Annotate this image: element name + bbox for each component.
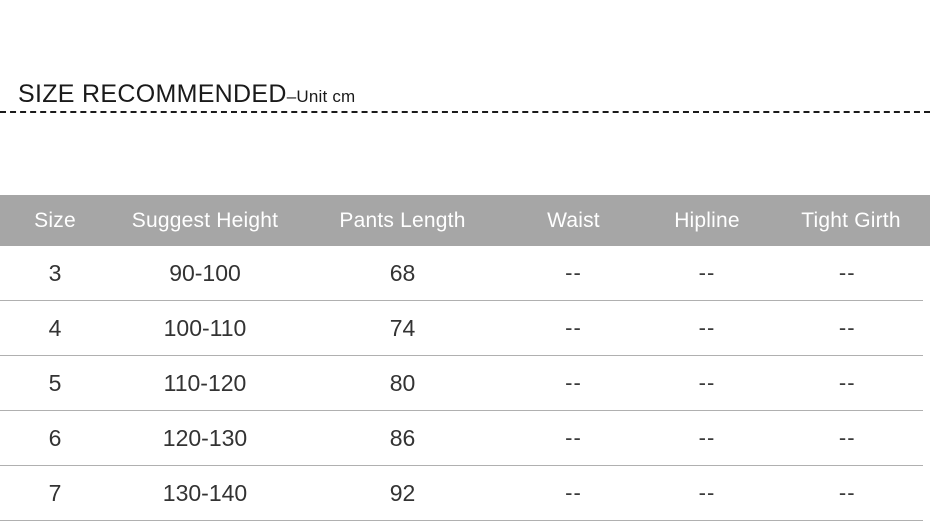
cell-pants: 92 bbox=[300, 465, 505, 521]
cell-hipline: -- bbox=[642, 410, 772, 466]
cell-waist: -- bbox=[505, 355, 642, 411]
size-chart-page: SIZE RECOMMENDED–Unit cm Size Suggest He… bbox=[0, 0, 930, 521]
cell-size: 3 bbox=[0, 246, 110, 301]
table-body: 3 90-100 68 -- -- -- 4 100-110 74 -- -- … bbox=[0, 246, 930, 521]
table-head: Size Suggest Height Pants Length Waist H… bbox=[0, 195, 930, 246]
cell-hipline: -- bbox=[642, 355, 772, 411]
table-row: 4 100-110 74 -- -- -- bbox=[0, 300, 930, 356]
column-header-size: Size bbox=[34, 208, 76, 232]
page-title: SIZE RECOMMENDED–Unit cm bbox=[18, 82, 355, 107]
cell-girth: -- bbox=[772, 246, 930, 301]
column-header-girth: Tight Girth bbox=[801, 208, 901, 232]
cell-pants: 68 bbox=[300, 246, 505, 301]
cell-height: 90-100 bbox=[110, 246, 300, 301]
cell-size: 5 bbox=[0, 355, 110, 411]
cell-waist: -- bbox=[505, 465, 642, 521]
size-recommendation-table: Size Suggest Height Pants Length Waist H… bbox=[0, 195, 930, 521]
table-row: 6 120-130 86 -- -- -- bbox=[0, 410, 930, 466]
dashed-divider bbox=[0, 111, 930, 113]
table-row: 7 130-140 92 -- -- -- bbox=[0, 465, 930, 521]
cell-girth: -- bbox=[772, 300, 930, 356]
cell-girth: -- bbox=[772, 465, 930, 521]
table-header-row: Size Suggest Height Pants Length Waist H… bbox=[0, 195, 930, 246]
column-header-pants: Pants Length bbox=[339, 208, 466, 232]
column-header-height: Suggest Height bbox=[131, 208, 279, 232]
cell-hipline: -- bbox=[642, 246, 772, 301]
column-header-hipline: Hipline bbox=[674, 208, 740, 232]
cell-pants: 86 bbox=[300, 410, 505, 466]
cell-height: 120-130 bbox=[110, 410, 300, 466]
cell-waist: -- bbox=[505, 410, 642, 466]
cell-pants: 74 bbox=[300, 300, 505, 356]
table-row: 3 90-100 68 -- -- -- bbox=[0, 246, 930, 301]
cell-girth: -- bbox=[772, 355, 930, 411]
page-title-text: SIZE RECOMMENDED bbox=[18, 80, 287, 108]
cell-height: 110-120 bbox=[110, 355, 300, 411]
cell-size: 6 bbox=[0, 410, 110, 466]
unit-note: –Unit cm bbox=[286, 87, 356, 106]
column-header-waist: Waist bbox=[547, 208, 600, 232]
cell-size: 7 bbox=[0, 465, 110, 521]
cell-girth: -- bbox=[772, 410, 930, 466]
cell-hipline: -- bbox=[642, 300, 772, 356]
cell-height: 130-140 bbox=[110, 465, 300, 521]
cell-size: 4 bbox=[0, 300, 110, 356]
cell-height: 100-110 bbox=[110, 300, 300, 356]
cell-waist: -- bbox=[505, 246, 642, 301]
cell-waist: -- bbox=[505, 300, 642, 356]
cell-hipline: -- bbox=[642, 465, 772, 521]
cell-pants: 80 bbox=[300, 355, 505, 411]
title-block: SIZE RECOMMENDED–Unit cm bbox=[0, 75, 930, 115]
table-row: 5 110-120 80 -- -- -- bbox=[0, 355, 930, 411]
